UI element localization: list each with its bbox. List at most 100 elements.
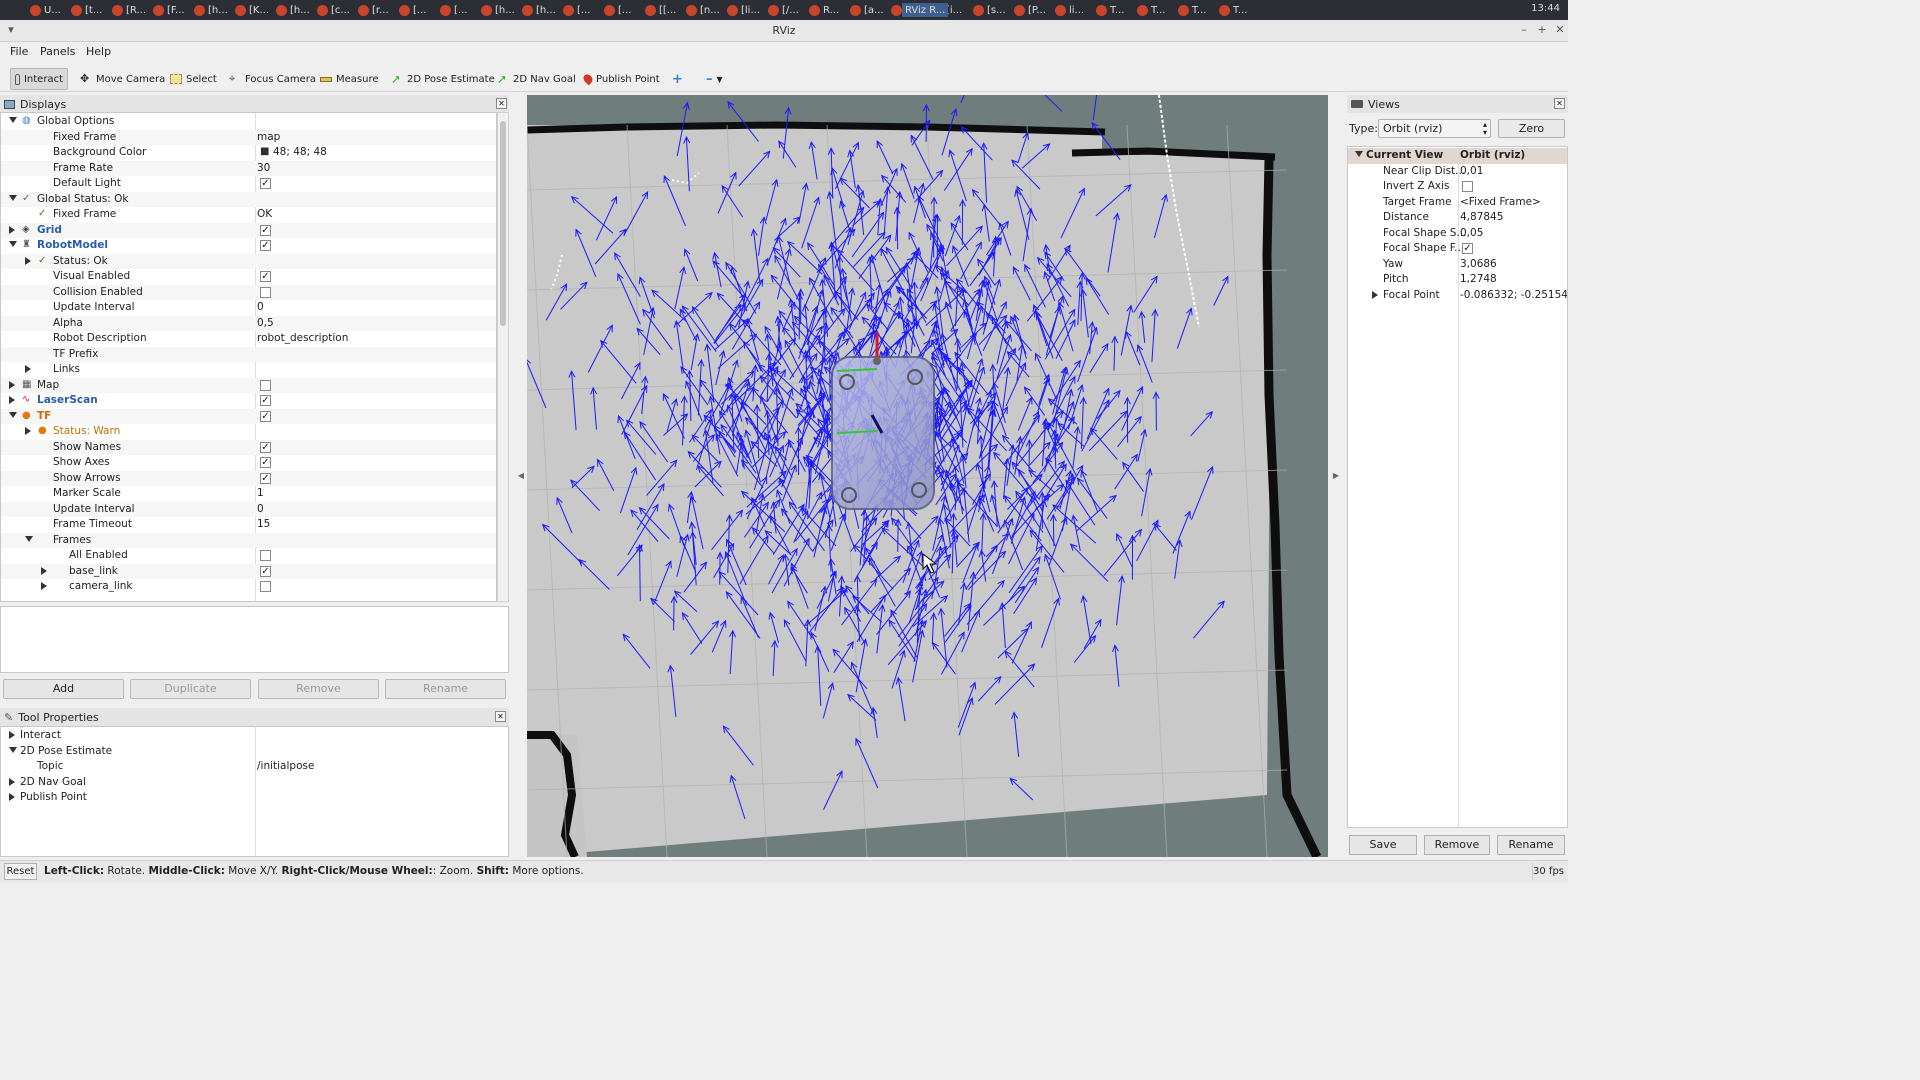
view-property-row[interactable]: Near Clip Dist... 0,01 <box>1348 164 1567 180</box>
expand-open-icon[interactable] <box>9 746 17 753</box>
display-row[interactable]: ■ Background Color 48; 48; 48 <box>1 145 496 161</box>
view-checkbox[interactable] <box>1462 181 1473 192</box>
display-row-value[interactable]: 15 <box>257 518 270 530</box>
view-property-value[interactable]: -0.086332; -0.25154; ... <box>1460 289 1567 301</box>
taskbar-window-item[interactable]: [c... <box>317 3 350 17</box>
taskbar-window-item[interactable]: [r... <box>358 3 389 17</box>
display-checkbox[interactable] <box>260 581 271 592</box>
display-row-value[interactable]: OK <box>257 208 272 220</box>
taskbar-window-item[interactable]: [F... <box>153 3 185 17</box>
tool-property-row[interactable]: Topic/initialpose <box>1 759 508 775</box>
display-checkbox[interactable]: ✓ <box>260 457 271 468</box>
display-row-value[interactable]: 30 <box>257 162 270 174</box>
taskbar-window-item[interactable]: [h... <box>276 3 310 17</box>
add-display-button[interactable]: Add <box>3 679 124 699</box>
display-row-value[interactable]: 0 <box>257 503 264 515</box>
tool-property-row[interactable]: Publish Point <box>1 790 508 806</box>
tool-property-row[interactable]: 2D Pose Estimate <box>1 744 508 760</box>
expand-closed-icon[interactable] <box>1372 290 1378 299</box>
expand-closed-icon[interactable] <box>9 380 15 389</box>
view-property-value[interactable]: 0,05 <box>1460 227 1483 239</box>
display-row[interactable]: Links <box>1 362 496 378</box>
expand-open-icon[interactable] <box>1355 151 1363 157</box>
view-property-row[interactable]: Focal Point -0.086332; -0.25154; ... <box>1348 288 1567 304</box>
display-row[interactable]: base_link ✓ <box>1 563 496 579</box>
display-row[interactable]: ✓ Global Status: Ok <box>1 191 496 207</box>
menu-help[interactable]: Help <box>86 45 111 58</box>
display-row[interactable]: ◈ Grid ✓ <box>1 222 496 238</box>
taskbar-window-item[interactable]: [... <box>563 3 590 17</box>
expand-closed-icon[interactable] <box>25 365 31 373</box>
view-property-row[interactable]: Yaw 3,0686 <box>1348 257 1567 273</box>
display-checkbox[interactable]: ✓ <box>260 565 271 577</box>
views-tree[interactable]: Current View Orbit (rviz) Near Clip Dist..… <box>1347 146 1568 828</box>
display-row[interactable]: Show Arrows ✓ <box>1 470 496 486</box>
view-property-row[interactable]: Distance 4,87845 <box>1348 210 1567 226</box>
expand-closed-icon[interactable] <box>9 777 15 786</box>
display-row[interactable]: Collision Enabled <box>1 284 496 300</box>
close-icon[interactable]: ✕ <box>1553 23 1567 37</box>
view-property-row[interactable]: Target Frame <Fixed Frame> <box>1348 195 1567 211</box>
displays-tree[interactable]: ◍ Global Options Fixed Frame map ■ Background… <box>0 112 497 602</box>
tool-properties-tree[interactable]: Interact 2D Pose Estimate Topic/initialpos… <box>0 726 509 857</box>
scene-canvas[interactable] <box>527 95 1328 857</box>
display-row-value[interactable]: map <box>257 131 280 143</box>
window-menu-icon[interactable]: ▾ <box>4 23 18 37</box>
view-property-row[interactable]: Pitch 1,2748 <box>1348 272 1567 288</box>
expand-open-icon[interactable] <box>9 241 17 247</box>
display-row[interactable]: Visual Enabled ✓ <box>1 269 496 285</box>
display-row[interactable]: Frame Rate 30 <box>1 160 496 176</box>
display-row[interactable]: camera_link <box>1 579 496 595</box>
expand-open-icon[interactable] <box>9 117 17 123</box>
expand-open-icon[interactable] <box>9 194 17 201</box>
tool-select[interactable]: Select <box>166 68 221 90</box>
display-checkbox[interactable]: ✓ <box>260 224 271 236</box>
display-row[interactable]: Update Interval 0 <box>1 501 496 517</box>
expand-closed-icon[interactable] <box>41 582 47 590</box>
taskbar-window-item[interactable]: [h... <box>194 3 228 17</box>
display-checkbox[interactable]: ✓ <box>260 441 271 453</box>
view-property-value[interactable]: Orbit (rviz) <box>1460 149 1525 161</box>
taskbar-window-item[interactable]: li... <box>1055 3 1084 17</box>
display-checkbox[interactable] <box>260 286 271 298</box>
display-row[interactable]: ◍ Global Options <box>1 114 496 130</box>
view-property-row[interactable]: Current View Orbit (rviz) <box>1348 148 1567 164</box>
add-tool-button[interactable]: + <box>668 68 687 90</box>
view-property-row[interactable]: Focal Shape F... ✓ <box>1348 241 1567 257</box>
display-row-value[interactable]: robot_description <box>257 332 348 344</box>
taskbar-window-item[interactable]: [n... <box>686 3 720 17</box>
view-property-value[interactable]: <Fixed Frame> <box>1460 196 1541 208</box>
view-property-row[interactable]: Focal Shape S... 0,05 <box>1348 226 1567 242</box>
taskbar-window-item[interactable]: [... <box>399 3 426 17</box>
display-row[interactable]: Default Light ✓ <box>1 176 496 192</box>
display-checkbox[interactable]: ✓ <box>260 395 271 406</box>
taskbar-window-item[interactable]: [h... <box>481 3 515 17</box>
expand-closed-icon[interactable] <box>9 793 15 801</box>
taskbar-window-item[interactable]: T... <box>1178 3 1206 17</box>
menu-file[interactable]: File <box>10 45 28 58</box>
display-row[interactable]: Update Interval 0 <box>1 300 496 316</box>
tool-property-row[interactable]: Interact <box>1 728 508 744</box>
expand-open-icon[interactable] <box>25 535 33 542</box>
display-checkbox[interactable]: ✓ <box>260 240 271 251</box>
taskbar-window-item[interactable]: [... <box>604 3 631 17</box>
view-property-value[interactable]: 0,01 <box>1460 165 1483 177</box>
view-type-select[interactable]: Orbit (rviz) ▴ ▾ <box>1378 119 1491 138</box>
taskbar-window-item[interactable]: [P... <box>1014 3 1046 17</box>
taskbar-window-item[interactable]: [K... <box>235 3 269 17</box>
display-row[interactable]: Fixed Frame map <box>1 129 496 145</box>
tool-2d-pose-estimate[interactable]: ➚ 2D Pose Estimate <box>387 68 499 90</box>
display-row[interactable]: Frames <box>1 532 496 548</box>
tool-property-row[interactable]: 2D Nav Goal <box>1 775 508 791</box>
display-row[interactable]: Frame Timeout 15 <box>1 517 496 533</box>
save-view-button[interactable]: Save <box>1349 835 1417 855</box>
expand-open-icon[interactable] <box>9 411 17 418</box>
taskbar-active-item[interactable]: RViz R... <box>902 3 949 17</box>
taskbar-window-item[interactable]: [s... <box>973 3 1006 17</box>
expand-closed-icon[interactable] <box>9 396 15 404</box>
display-row[interactable]: Marker Scale 1 <box>1 486 496 502</box>
display-checkbox[interactable] <box>260 550 271 561</box>
reset-button[interactable]: Reset <box>4 863 37 880</box>
minimize-icon[interactable]: – <box>1517 23 1531 37</box>
tool-2d-nav-goal[interactable]: ➚ 2D Nav Goal <box>493 68 580 90</box>
